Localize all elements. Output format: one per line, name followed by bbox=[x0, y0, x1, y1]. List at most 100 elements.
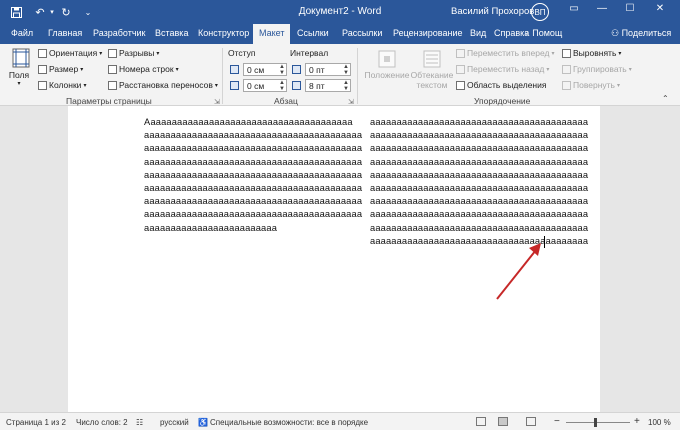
wrap-text-button[interactable]: Обтекание текстом bbox=[410, 50, 454, 90]
indent-left-icon bbox=[230, 65, 239, 74]
status-bar: Страница 1 из 2 Число слов: 2 ☷ русский … bbox=[0, 412, 680, 430]
bring-forward-button[interactable]: Переместить вперед ▾ bbox=[456, 48, 555, 58]
tab-home[interactable]: Главная bbox=[48, 28, 82, 38]
print-layout-icon[interactable] bbox=[498, 417, 508, 426]
spacing-before-input[interactable]: 0 пт ▲ ▼ bbox=[305, 63, 351, 76]
spinner-arrows-icon[interactable]: ▲ ▼ bbox=[343, 80, 349, 92]
group-icon bbox=[562, 64, 571, 74]
send-backward-button[interactable]: Переместить назад ▾ bbox=[456, 64, 549, 74]
chevron-down-icon: ▾ bbox=[175, 66, 179, 73]
user-name[interactable]: Василий Прохоров bbox=[451, 6, 534, 17]
zoom-level[interactable]: 100 % bbox=[648, 418, 671, 427]
rotate-button[interactable]: Повернуть ▾ bbox=[562, 80, 620, 90]
chevron-down-icon: ▾ bbox=[214, 82, 218, 89]
line-numbers-button[interactable]: Номера строк ▾ bbox=[108, 64, 179, 74]
send-backward-icon bbox=[456, 64, 465, 74]
margins-button[interactable]: Поля ▾ bbox=[6, 48, 32, 94]
lightbulb-icon: ♀ bbox=[523, 28, 533, 38]
zoom-out-icon[interactable]: − bbox=[554, 416, 560, 427]
close-icon[interactable]: ✕ bbox=[652, 3, 668, 14]
arrange-group-label: Упорядочение bbox=[474, 96, 531, 106]
spacing-after-input[interactable]: 8 пт ▲ ▼ bbox=[305, 79, 351, 92]
group-button[interactable]: Группировать ▾ bbox=[562, 64, 632, 74]
breaks-button[interactable]: Разрывы ▾ bbox=[108, 48, 159, 58]
chevron-down-icon: ▾ bbox=[618, 50, 622, 57]
tab-review[interactable]: Рецензирование bbox=[393, 28, 463, 38]
hyphenation-button[interactable]: Расстановка переносов ▾ bbox=[108, 80, 218, 90]
maximize-icon[interactable]: ☐ bbox=[622, 3, 638, 14]
chevron-down-icon: ▾ bbox=[83, 82, 87, 89]
margins-icon bbox=[12, 48, 29, 68]
chevron-down-icon: ▾ bbox=[546, 66, 550, 73]
chevron-down-icon: ▾ bbox=[80, 66, 84, 73]
tab-layout[interactable]: Макет bbox=[253, 24, 291, 44]
zoom-slider[interactable] bbox=[566, 422, 630, 423]
align-button[interactable]: Выровнять ▾ bbox=[562, 48, 621, 58]
accessibility-status[interactable]: Специальные возможности: все в порядке bbox=[210, 418, 368, 427]
share-icon: ⚇ bbox=[611, 28, 622, 38]
accessibility-icon[interactable]: ♿ bbox=[198, 418, 208, 427]
indent-left-input[interactable]: 0 см ▲ ▼ bbox=[243, 63, 287, 76]
spacing-label: Интервал bbox=[290, 48, 329, 58]
collapse-ribbon-icon[interactable]: ⌃ bbox=[662, 94, 669, 103]
orientation-icon bbox=[38, 48, 47, 58]
tab-insert[interactable]: Вставка bbox=[155, 28, 188, 38]
group-divider bbox=[357, 48, 358, 104]
document-workspace: Ааааааааааааааааааааааааааааааааааааааа а… bbox=[0, 106, 680, 412]
indent-right-icon bbox=[230, 81, 239, 90]
share-button[interactable]: ⚇ Поделиться bbox=[611, 28, 671, 39]
minimize-icon[interactable]: — bbox=[594, 3, 610, 14]
spinner-arrows-icon[interactable]: ▲ ▼ bbox=[279, 80, 285, 92]
ribbon-tabs: Файл Главная Разработчик Вставка Констру… bbox=[0, 24, 680, 44]
avatar[interactable]: ВП bbox=[531, 3, 549, 21]
align-icon bbox=[562, 48, 571, 58]
margins-label: Поля bbox=[8, 70, 30, 80]
indent-right-input[interactable]: 0 см ▲ ▼ bbox=[243, 79, 287, 92]
page-setup-launcher-icon[interactable]: ⇲ bbox=[214, 98, 220, 106]
proofing-icon[interactable]: ☷ bbox=[136, 418, 143, 427]
tab-references[interactable]: Ссылки bbox=[297, 28, 329, 38]
spinner-arrows-icon[interactable]: ▲ ▼ bbox=[279, 64, 285, 76]
read-mode-icon[interactable] bbox=[476, 417, 486, 426]
word-count[interactable]: Число слов: 2 bbox=[76, 418, 128, 427]
spinner-arrows-icon[interactable]: ▲ ▼ bbox=[343, 64, 349, 76]
orientation-button[interactable]: Ориентация ▾ bbox=[38, 48, 102, 58]
title-bar: ↶ ▾ ↻ ⌄ Документ2 - Word Василий Прохоро… bbox=[0, 0, 680, 24]
selection-pane-icon bbox=[456, 80, 465, 90]
ribbon-layout: Поля ▾ Ориентация ▾ Размер ▾ Колонки ▾ Разр… bbox=[0, 44, 680, 106]
tab-developer[interactable]: Разработчик bbox=[93, 28, 145, 38]
indent-label: Отступ bbox=[228, 48, 256, 58]
zoom-in-icon[interactable]: + bbox=[634, 416, 640, 427]
zoom-slider-handle[interactable] bbox=[594, 418, 597, 427]
chevron-down-icon: ▾ bbox=[99, 50, 103, 57]
line-numbers-icon bbox=[108, 64, 117, 74]
tell-me[interactable]: ♀ Помощ bbox=[523, 28, 562, 38]
position-icon bbox=[378, 50, 396, 68]
paragraph-launcher-icon[interactable]: ⇲ bbox=[348, 98, 354, 106]
page-count[interactable]: Страница 1 из 2 bbox=[6, 418, 66, 427]
position-button[interactable]: Положение bbox=[364, 50, 410, 80]
web-layout-icon[interactable] bbox=[526, 417, 536, 426]
breaks-icon bbox=[108, 48, 117, 58]
wrap-text-icon bbox=[423, 50, 441, 68]
spacing-after-icon bbox=[292, 81, 301, 90]
chevron-down-icon: ▾ bbox=[551, 50, 555, 57]
bring-forward-icon bbox=[456, 48, 465, 58]
tab-file[interactable]: Файл bbox=[11, 28, 33, 38]
size-button[interactable]: Размер ▾ bbox=[38, 64, 83, 74]
language[interactable]: русский bbox=[160, 418, 189, 427]
spacing-before-icon bbox=[292, 65, 301, 74]
columns-icon bbox=[38, 80, 47, 90]
tab-design[interactable]: Конструктор bbox=[198, 28, 249, 38]
selection-pane-button[interactable]: Область выделения bbox=[456, 80, 546, 90]
annotation-arrow bbox=[496, 243, 541, 300]
chevron-down-icon: ▾ bbox=[616, 82, 620, 89]
rotate-icon bbox=[562, 80, 571, 90]
chevron-down-icon: ▾ bbox=[17, 81, 21, 87]
page-setup-group-label: Параметры страницы bbox=[66, 96, 152, 106]
paragraph-group-label: Абзац bbox=[274, 96, 298, 106]
tab-mailings[interactable]: Рассылки bbox=[342, 28, 382, 38]
columns-button[interactable]: Колонки ▾ bbox=[38, 80, 86, 90]
tab-view[interactable]: Вид bbox=[470, 28, 486, 38]
ribbon-display-icon[interactable]: ▭ bbox=[566, 3, 582, 14]
